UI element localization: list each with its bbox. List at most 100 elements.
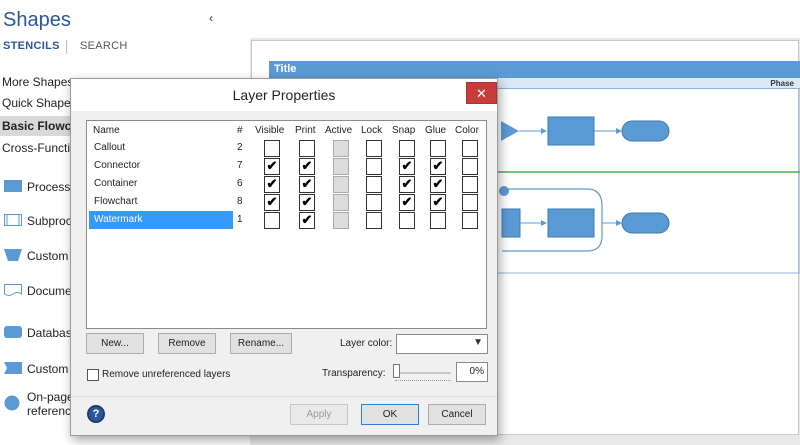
color-checkbox[interactable] — [462, 140, 478, 157]
lock-checkbox[interactable] — [366, 212, 382, 229]
layer-row[interactable]: Flowchart 8 ✔ ✔ ✔ ✔ — [88, 193, 486, 211]
print-checkbox[interactable]: ✔ — [299, 176, 315, 193]
snap-checkbox[interactable] — [399, 140, 415, 157]
print-checkbox[interactable]: ✔ — [299, 158, 315, 175]
transparency-slider-thumb[interactable] — [393, 364, 400, 378]
glue-checkbox[interactable]: ✔ — [430, 194, 446, 211]
layer-shape-count: 6 — [237, 178, 243, 189]
snap-checkbox[interactable]: ✔ — [399, 158, 415, 175]
glue-checkbox[interactable]: ✔ — [430, 176, 446, 193]
print-checkbox[interactable]: ✔ — [299, 194, 315, 211]
snap-checkbox[interactable] — [399, 212, 415, 229]
remove-layer-button[interactable]: Remove — [158, 333, 216, 354]
process-rect-icon — [4, 180, 22, 192]
connector-arrow — [541, 128, 547, 134]
trapezoid-icon — [4, 249, 22, 261]
active-checkbox[interactable] — [333, 212, 349, 229]
lock-checkbox[interactable] — [366, 176, 382, 193]
help-icon[interactable]: ? — [87, 405, 105, 423]
diagram-title[interactable]: Title — [269, 61, 800, 78]
rename-layer-button[interactable]: Rename... — [230, 333, 292, 354]
close-icon[interactable]: ✕ — [466, 82, 497, 104]
stencil-label: More Shapes — [2, 75, 74, 89]
layer-row[interactable]: Callout 2 — [88, 139, 486, 157]
layer-name[interactable]: Watermark — [89, 211, 233, 229]
snap-checkbox[interactable]: ✔ — [399, 194, 415, 211]
print-checkbox[interactable] — [299, 140, 315, 157]
container-shape — [502, 188, 603, 252]
tab-search[interactable]: SEARCH — [80, 40, 128, 52]
glue-checkbox[interactable] — [430, 212, 446, 229]
visible-checkbox[interactable] — [264, 140, 280, 157]
color-checkbox[interactable] — [462, 212, 478, 229]
layer-color-select[interactable]: ▼ — [396, 334, 488, 354]
document-icon — [4, 284, 22, 296]
column-header-visible: Visible — [255, 125, 285, 136]
tab-stencils[interactable]: STENCILS — [3, 40, 60, 52]
layer-shape-count: 1 — [237, 214, 243, 225]
visible-checkbox[interactable]: ✔ — [264, 194, 280, 211]
print-checkbox[interactable]: ✔ — [299, 212, 315, 229]
visible-checkbox[interactable] — [264, 212, 280, 229]
new-layer-button[interactable]: New... — [86, 333, 144, 354]
active-checkbox[interactable] — [333, 140, 349, 157]
layer-shape-count: 7 — [237, 160, 243, 171]
apply-button[interactable]: Apply — [290, 404, 348, 425]
tab-divider — [66, 40, 67, 54]
shapes-pane-title: Shapes — [3, 9, 71, 31]
process-shape — [547, 208, 595, 238]
visible-checkbox[interactable]: ✔ — [264, 158, 280, 175]
ok-button[interactable]: OK — [361, 404, 419, 425]
layer-properties-dialog: Layer Properties ✕ Name # Visible Print … — [70, 78, 498, 436]
column-header-snap: Snap — [392, 125, 416, 136]
glue-checkbox[interactable] — [430, 140, 446, 157]
chevron-down-icon: ▼ — [473, 337, 483, 348]
visible-checkbox[interactable]: ✔ — [264, 176, 280, 193]
remove-unreferenced-checkbox[interactable] — [87, 369, 99, 381]
layer-name[interactable]: Callout — [89, 139, 233, 157]
active-checkbox[interactable] — [333, 176, 349, 193]
lock-checkbox[interactable] — [366, 158, 382, 175]
footer-divider — [71, 396, 497, 397]
active-checkbox[interactable] — [333, 158, 349, 175]
layer-name[interactable]: Flowchart — [89, 193, 233, 211]
column-header-name: Name — [93, 125, 120, 136]
layer-list[interactable]: Name # Visible Print Active Lock Snap Gl… — [86, 120, 487, 329]
container-tab — [499, 186, 509, 196]
layer-color-label: Layer color: — [340, 338, 393, 349]
column-header-print: Print — [295, 125, 316, 136]
flowchart-arrow-head — [501, 121, 519, 141]
collapse-pane-icon[interactable]: ‹ — [209, 11, 213, 25]
transparency-slider-ticks — [395, 380, 451, 382]
visio-window: Shapes ‹ STENCILS SEARCH More Shapes › Q… — [0, 0, 800, 445]
connector-arrow — [541, 220, 547, 226]
dialog-title: Layer Properties — [71, 79, 497, 111]
transparency-label: Transparency: — [322, 368, 386, 379]
shape-label: Process — [27, 180, 71, 194]
layer-name[interactable]: Connector — [89, 157, 233, 175]
color-checkbox[interactable] — [462, 158, 478, 175]
lock-checkbox[interactable] — [366, 194, 382, 211]
process-shape — [501, 208, 521, 238]
active-checkbox[interactable] — [333, 194, 349, 211]
cancel-button[interactable]: Cancel — [428, 404, 486, 425]
connector-arrow — [616, 220, 622, 226]
database-icon — [4, 326, 22, 338]
process-shape — [547, 116, 595, 146]
layer-row[interactable]: Connector 7 ✔ ✔ ✔ ✔ — [88, 157, 486, 175]
color-checkbox[interactable] — [462, 176, 478, 193]
layer-shape-count: 2 — [237, 142, 243, 153]
glue-checkbox[interactable]: ✔ — [430, 158, 446, 175]
transparency-input[interactable]: 0% — [456, 362, 488, 382]
layer-row[interactable]: Container 6 ✔ ✔ ✔ ✔ — [88, 175, 486, 193]
column-header-lock: Lock — [361, 125, 383, 136]
terminator-shape — [621, 120, 670, 142]
layer-name[interactable]: Container — [89, 175, 233, 193]
transparency-slider-track[interactable] — [395, 372, 451, 374]
column-header-color: Color — [455, 125, 479, 136]
snap-checkbox[interactable]: ✔ — [399, 176, 415, 193]
layer-row[interactable]: Watermark 1 ✔ — [88, 211, 486, 229]
color-checkbox[interactable] — [462, 194, 478, 211]
lock-checkbox[interactable] — [366, 140, 382, 157]
remove-unreferenced-label[interactable]: Remove unreferenced layers — [102, 369, 230, 380]
